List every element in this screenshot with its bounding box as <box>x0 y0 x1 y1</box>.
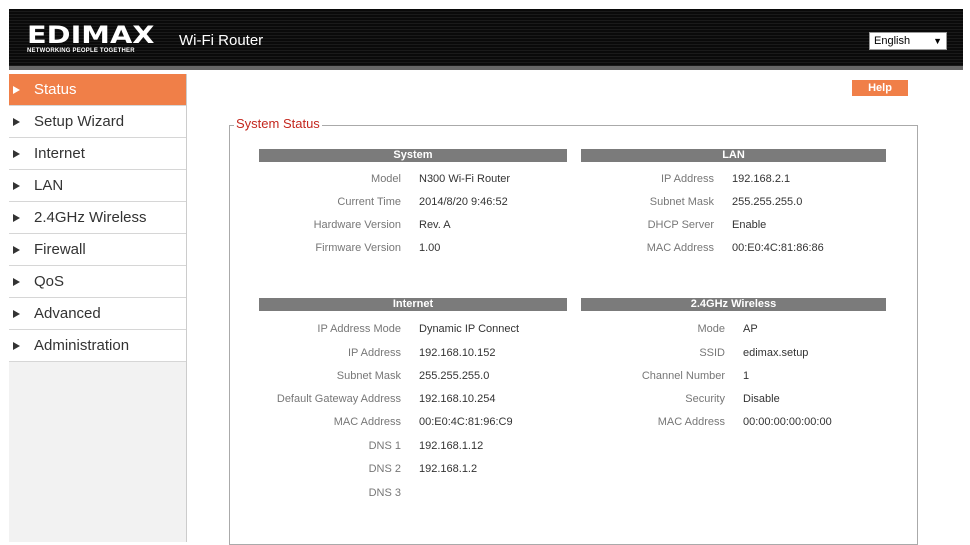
sidebar-item-internet[interactable]: Internet <box>9 138 186 170</box>
field-value: 00:00:00:00:00:00 <box>743 416 832 428</box>
top-header: EDIMAX NETWORKING PEOPLE TOGETHER Wi-Fi … <box>9 9 963 70</box>
sidebar-item-firewall[interactable]: Firewall <box>9 234 186 266</box>
sidebar-item-label: 2.4GHz Wireless <box>34 209 147 226</box>
sidebar-item-setup-wizard[interactable]: Setup Wizard <box>9 106 186 138</box>
field-label: Mode <box>697 323 725 335</box>
field-value: Dynamic IP Connect <box>419 323 520 335</box>
sidebar-item-administration[interactable]: Administration <box>9 330 186 362</box>
field-label: IP Address Mode <box>317 323 401 335</box>
triangle-right-icon <box>13 309 28 318</box>
field-label: SSID <box>699 347 725 359</box>
field-label: Current Time <box>337 196 401 208</box>
triangle-right-icon <box>13 117 28 126</box>
field-value: 192.168.10.152 <box>419 347 496 359</box>
field-value: 2014/8/20 9:46:52 <box>419 196 508 208</box>
triangle-right-icon <box>13 341 28 350</box>
sidebar-item-qos[interactable]: QoS <box>9 266 186 298</box>
field-label: DNS 2 <box>368 463 401 475</box>
field-label: DNS 1 <box>368 440 401 452</box>
field-label: IP Address <box>661 173 714 185</box>
field-label: IP Address <box>348 347 401 359</box>
wireless-panel: 2.4GHz Wireless <box>581 298 886 311</box>
sidebar-item-advanced[interactable]: Advanced <box>9 298 186 330</box>
logo-tagline: NETWORKING PEOPLE TOGETHER <box>27 48 135 54</box>
system-status-fieldset <box>229 125 918 545</box>
help-button[interactable]: Help <box>852 80 908 96</box>
field-value: 1 <box>743 370 750 382</box>
sidebar-item-label: LAN <box>34 177 64 194</box>
field-label: Security <box>685 393 725 405</box>
field-label: Default Gateway Address <box>276 393 401 405</box>
sidebar-item-label: Firewall <box>34 241 86 258</box>
sidebar-nav: Status Setup Wizard Internet LAN 2.4GHz … <box>9 74 187 542</box>
field-label: Subnet Mask <box>649 196 714 208</box>
field-value: 192.168.1.12 <box>419 440 484 452</box>
field-label: MAC Address <box>333 416 401 428</box>
internet-panel: Internet <box>259 298 567 311</box>
field-value: 00:E0:4C:81:86:86 <box>732 242 824 254</box>
field-value: 00:E0:4C:81:96:C9 <box>419 416 513 428</box>
triangle-right-icon <box>13 181 28 190</box>
field-label: MAC Address <box>657 416 725 428</box>
wireless-header: 2.4GHz Wireless <box>581 298 886 311</box>
sidebar-item-label: Internet <box>34 145 85 162</box>
field-label: Firmware Version <box>315 242 401 254</box>
field-value: AP <box>743 323 758 335</box>
lan-panel: LAN <box>581 149 886 162</box>
field-label: Channel Number <box>641 370 725 382</box>
sidebar-item-label: QoS <box>34 273 65 290</box>
field-label: DNS 3 <box>368 487 401 499</box>
field-value: 192.168.2.1 <box>732 173 791 185</box>
product-name: Wi-Fi Router <box>179 32 264 49</box>
language-select[interactable]: English ▼ <box>869 32 947 50</box>
field-label: Hardware Version <box>313 219 401 231</box>
sidebar-item-label: Status <box>34 81 77 98</box>
system-panel: System <box>259 149 567 162</box>
triangle-right-icon <box>13 245 28 254</box>
triangle-right-icon <box>13 85 28 94</box>
triangle-right-icon <box>13 277 28 286</box>
field-value: 1.00 <box>419 242 441 254</box>
field-value: 255.255.255.0 <box>732 196 803 208</box>
sidebar-item-label: Setup Wizard <box>34 113 125 130</box>
sidebar-item-wireless[interactable]: 2.4GHz Wireless <box>9 202 186 234</box>
field-value: 255.255.255.0 <box>419 370 490 382</box>
field-label: MAC Address <box>646 242 714 254</box>
language-value: English <box>874 35 911 47</box>
field-value: 192.168.1.2 <box>419 463 478 475</box>
field-value: Rev. A <box>419 219 451 231</box>
triangle-right-icon <box>13 213 28 222</box>
sidebar-item-label: Administration <box>34 337 130 354</box>
sidebar-item-label: Advanced <box>34 305 101 322</box>
field-value: edimax.setup <box>743 347 809 359</box>
triangle-right-icon <box>13 149 28 158</box>
system-status-title: System Status <box>234 116 322 131</box>
internet-header: Internet <box>259 298 567 311</box>
field-value: N300 Wi-Fi Router <box>419 173 511 185</box>
sidebar-item-lan[interactable]: LAN <box>9 170 186 202</box>
logo-text: EDIMAX <box>27 21 155 49</box>
field-value: Disable <box>743 393 780 405</box>
field-label: DHCP Server <box>647 219 714 231</box>
field-label: Subnet Mask <box>336 370 401 382</box>
field-value: 192.168.10.254 <box>419 393 496 405</box>
lan-header: LAN <box>581 149 886 162</box>
field-label: Model <box>371 173 401 185</box>
system-header: System <box>259 149 567 162</box>
dropdown-arrow-icon: ▼ <box>933 36 942 46</box>
sidebar-item-status[interactable]: Status <box>9 74 186 106</box>
field-value: Enable <box>732 219 767 231</box>
edimax-logo[interactable]: EDIMAX NETWORKING PEOPLE TOGETHER <box>27 23 163 59</box>
